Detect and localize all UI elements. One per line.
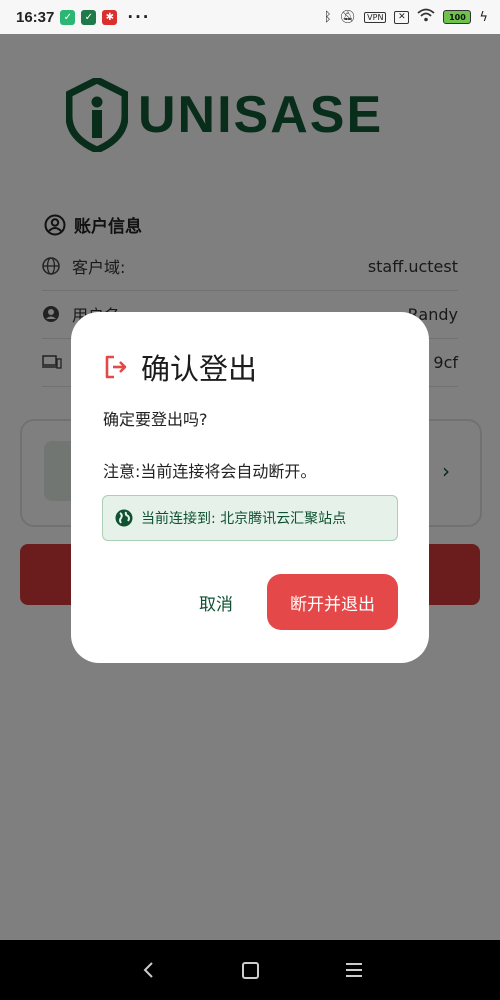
- logout-icon: [105, 355, 127, 379]
- back-icon[interactable]: [140, 960, 160, 980]
- dialog-question: 确定要登出吗?: [103, 410, 208, 429]
- huawei-app-icon: ✱: [102, 9, 118, 25]
- recent-apps-icon[interactable]: [346, 963, 362, 981]
- wifi-icon: [417, 8, 436, 26]
- mute-icon: 🔕︎: [339, 9, 357, 25]
- shield-app-icon-2: ✓: [81, 9, 97, 25]
- more-notifications-icon: ···: [127, 8, 151, 26]
- confirm-logout-dialog: 确认登出 确定要登出吗? 注意:当前连接将会自动断开。 当前连接到: 北京腾讯云…: [71, 312, 429, 663]
- home-icon[interactable]: [242, 962, 259, 979]
- globe-location-icon: [115, 509, 133, 527]
- vpn-icon: VPN: [364, 11, 387, 23]
- charging-icon: ϟ: [479, 9, 488, 25]
- status-time: 16:37: [16, 8, 55, 26]
- shield-app-icon: ✓: [60, 9, 76, 25]
- bluetooth-icon: ᛒ: [323, 9, 332, 25]
- status-bar: 16:37 ✓ ✓ ✱ ··· ᛒ 🔕︎ VPN ✕ 100 ϟ: [0, 0, 500, 34]
- dialog-title: 确认登出: [103, 346, 257, 388]
- system-nav-bar: [0, 940, 500, 1000]
- connection-text: 当前连接到: 北京腾讯云汇聚站点: [141, 511, 347, 527]
- dialog-note: 注意:当前连接将会自动断开。: [103, 462, 317, 481]
- current-connection-box: 当前连接到: 北京腾讯云汇聚站点: [102, 495, 398, 541]
- cancel-button[interactable]: 取消: [189, 576, 243, 628]
- disconnect-and-logout-button[interactable]: 断开并退出: [267, 574, 398, 630]
- battery-icon: 100: [443, 10, 472, 24]
- no-sim-icon: ✕: [394, 10, 410, 24]
- dialog-title-text: 确认登出: [141, 352, 258, 386]
